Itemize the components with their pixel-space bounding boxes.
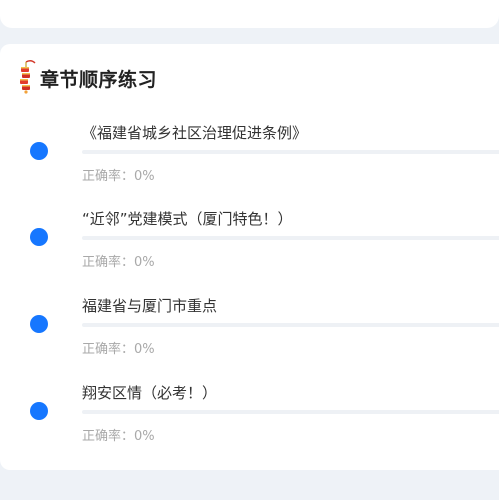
chapter-title[interactable]: 翔安区情（必考！） bbox=[82, 382, 217, 403]
section-header: 章节顺序练习 bbox=[16, 58, 157, 98]
chapter-title[interactable]: 福建省与厦门市重点 bbox=[82, 295, 217, 316]
chapter-progress-bar bbox=[82, 150, 499, 154]
chapter-accuracy: 正确率：0% bbox=[82, 255, 155, 270]
chapter-progress-bar bbox=[82, 410, 499, 414]
chapter-status-dot bbox=[30, 142, 48, 160]
chapter-accuracy: 正确率：0% bbox=[82, 342, 155, 357]
chapter-title[interactable]: 《福建省城乡社区治理促进条例》 bbox=[82, 122, 307, 143]
top-card bbox=[0, 0, 499, 28]
chapter-status-dot bbox=[30, 402, 48, 420]
chapter-item[interactable]: 翔安区情（必考！） 正确率：0% bbox=[0, 382, 499, 462]
chapter-status-dot bbox=[30, 315, 48, 333]
chapter-progress-bar bbox=[82, 323, 499, 327]
chapter-accuracy: 正确率：0% bbox=[82, 169, 155, 184]
chapter-title[interactable]: “近邻”党建模式（厦门特色！） bbox=[82, 208, 293, 229]
page-title: 章节顺序练习 bbox=[40, 68, 158, 91]
chapter-accuracy: 正确率：0% bbox=[82, 429, 155, 444]
chapter-status-dot bbox=[30, 228, 48, 246]
chapter-item[interactable]: 福建省与厦门市重点 正确率：0% bbox=[0, 295, 499, 375]
chapter-item[interactable]: “近邻”党建模式（厦门特色！） 正确率：0% bbox=[0, 208, 499, 288]
chapter-progress-bar bbox=[82, 236, 499, 240]
firecracker-icon bbox=[20, 59, 36, 94]
chapter-item[interactable]: 《福建省城乡社区治理促进条例》 正确率：0% bbox=[0, 122, 499, 202]
